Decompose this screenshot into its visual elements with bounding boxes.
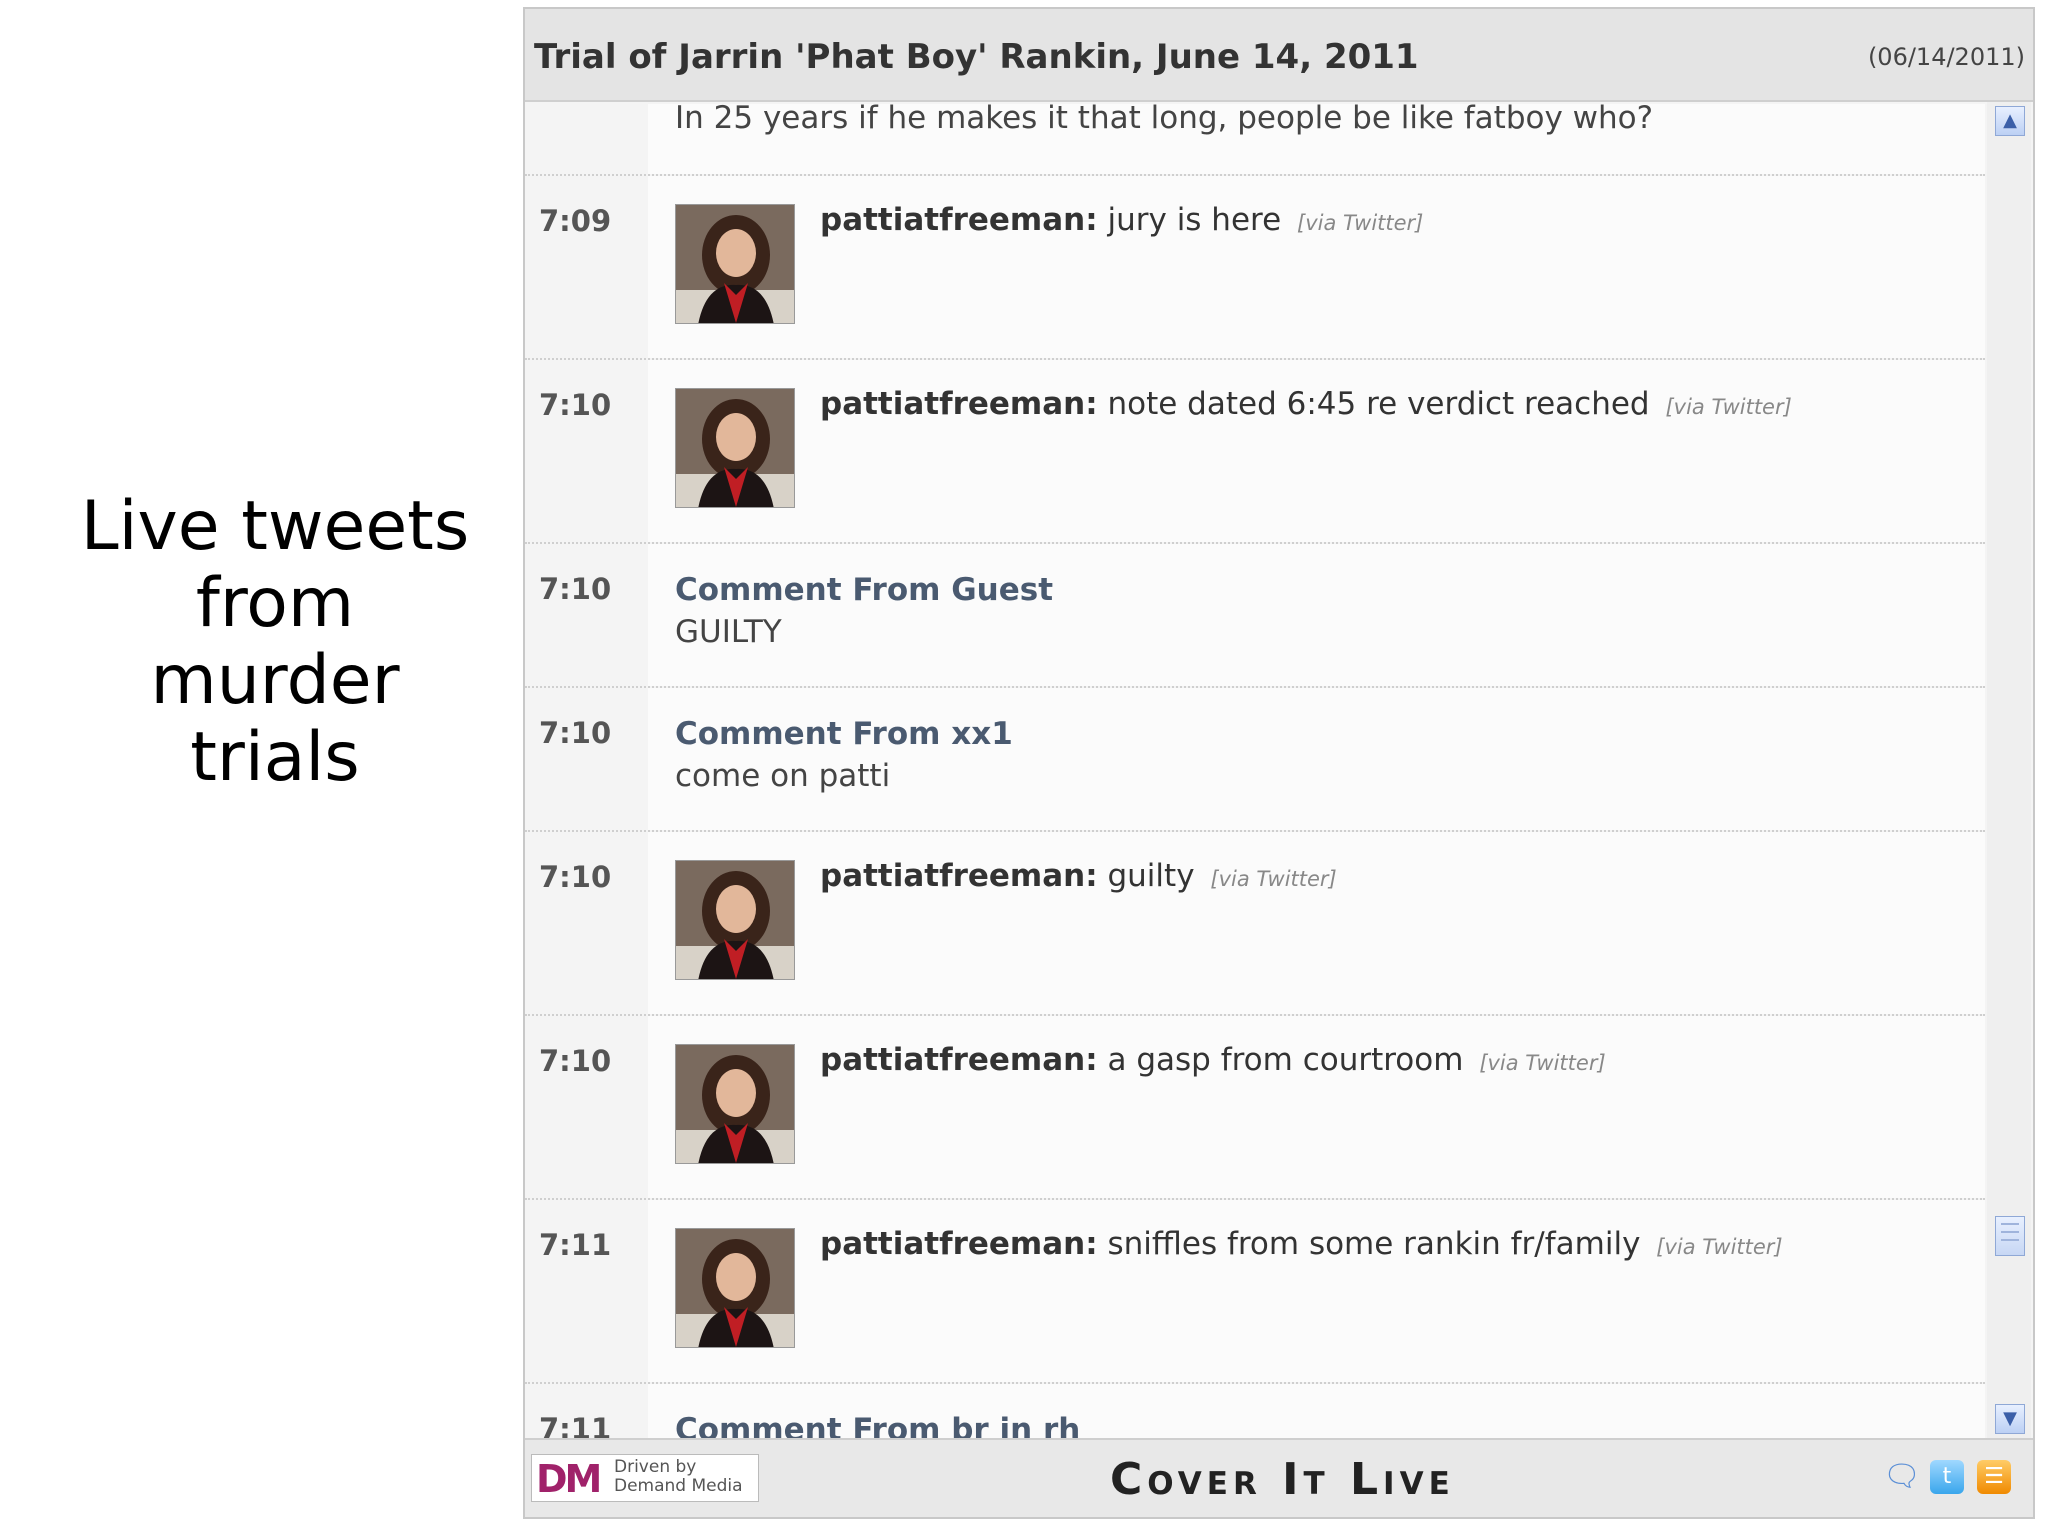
caption-line: Live tweets — [80, 487, 470, 566]
tweet-author[interactable]: pattiatfreeman: — [820, 202, 1098, 238]
entry-time: 7:10 — [539, 572, 612, 606]
twitter-icon[interactable]: t — [1929, 1460, 1964, 1494]
coveritlive-logo[interactable]: Cover It Live — [1110, 1454, 1455, 1505]
tweet-author[interactable]: pattiatfreeman: — [820, 1226, 1098, 1262]
tweet-text: pattiatfreeman: jury is here [via Twitte… — [820, 202, 1423, 238]
via-twitter-label: [via Twitter] — [1656, 1235, 1783, 1259]
feed-entry: 7:10 pattiatfreeman: guilty [via Twitter… — [525, 830, 1985, 1014]
tweet-text: pattiatfreeman: guilty [via Twitter] — [820, 858, 1337, 894]
comment-text: GUILTY — [675, 614, 782, 650]
scroll-down-button[interactable]: ▼ — [1995, 1404, 2025, 1434]
via-twitter-label: [via Twitter] — [1665, 395, 1792, 419]
entry-time: 7:10 — [539, 860, 612, 894]
tweet-body: jury is here — [1107, 202, 1282, 238]
feed-entry: 7:10 pattiatfreeman: note dated 6:45 re … — [525, 358, 1985, 542]
tweet-text: pattiatfreeman: note dated 6:45 re verdi… — [820, 386, 1792, 422]
comment-text: In 25 years if he makes it that long, pe… — [675, 102, 1654, 136]
caption-line: trials — [190, 718, 360, 797]
entry-time: 7:10 — [539, 1044, 612, 1078]
feed-scrollbar[interactable]: ▲ ▼ — [1987, 102, 2031, 1438]
demand-media-logo[interactable]: DM Driven by Demand Media — [531, 1454, 759, 1502]
dm-logo-line: Driven by — [614, 1457, 697, 1477]
comment-heading: Comment From br in rh — [675, 1412, 1081, 1438]
entry-time: 7:10 — [539, 716, 612, 750]
dm-logo-line: Demand Media — [614, 1476, 743, 1496]
comment-heading: Comment From xx1 — [675, 716, 1013, 752]
via-twitter-label: [via Twitter] — [1479, 1051, 1606, 1075]
widget-header: Trial of Jarrin 'Phat Boy' Rankin, June … — [525, 9, 2033, 102]
feed-entry: 7:10 pattiatfreeman: a gasp from courtro… — [525, 1014, 1985, 1198]
event-title: Trial of Jarrin 'Phat Boy' Rankin, June … — [534, 37, 1419, 77]
via-twitter-label: [via Twitter] — [1210, 867, 1337, 891]
comment-text: come on patti — [675, 758, 891, 794]
caption-line: from — [195, 564, 355, 643]
feed-entry: 7:11 pattiatfreeman: sniffles from some … — [525, 1198, 1985, 1382]
via-twitter-label: [via Twitter] — [1297, 211, 1424, 235]
entry-time: 7:09 — [539, 204, 612, 238]
dm-logo-mark: DM — [536, 1457, 602, 1501]
tweet-body: sniffles from some rankin fr/family — [1107, 1226, 1641, 1262]
avatar[interactable] — [675, 388, 795, 508]
tweet-text: pattiatfreeman: sniffles from some ranki… — [820, 1226, 1783, 1262]
chat-icon[interactable]: 🗨 — [1883, 1460, 1921, 1494]
footer-icons: 🗨 t ☰ — [1875, 1460, 2011, 1500]
tweet-body: guilty — [1107, 858, 1195, 894]
rss-icon[interactable]: ☰ — [1977, 1460, 2011, 1494]
entry-time: 7:10 — [539, 388, 612, 422]
entry-feed[interactable]: In 25 years if he makes it that long, pe… — [525, 102, 1985, 1438]
avatar[interactable] — [675, 860, 795, 980]
feed-entry: 7:09 pattiatfreeman: jury is here [via T… — [525, 174, 1985, 358]
entry-time: 7:11 — [539, 1228, 612, 1262]
comment-heading: Comment From Guest — [675, 572, 1054, 608]
avatar[interactable] — [675, 204, 795, 324]
scroll-thumb[interactable] — [1995, 1216, 2025, 1256]
avatar[interactable] — [675, 1044, 795, 1164]
tweet-author[interactable]: pattiatfreeman: — [820, 858, 1098, 894]
caption-line: murder — [150, 641, 400, 720]
tweet-text: pattiatfreeman: a gasp from courtroom [v… — [820, 1042, 1606, 1078]
tweet-body: a gasp from courtroom — [1107, 1042, 1464, 1078]
widget-footer: DM Driven by Demand Media Cover It Live … — [525, 1438, 2033, 1517]
scroll-up-button[interactable]: ▲ — [1995, 106, 2025, 136]
dm-logo-text: Driven by Demand Media — [614, 1458, 743, 1496]
live-blog-widget: Trial of Jarrin 'Phat Boy' Rankin, June … — [523, 7, 2035, 1519]
entry-time: 7:11 — [539, 1412, 612, 1438]
tweet-body: note dated 6:45 re verdict reached — [1107, 386, 1650, 422]
feed-entry: 7:11 Comment From br in rh — [525, 1382, 1985, 1438]
avatar[interactable] — [675, 1228, 795, 1348]
event-date: (06/14/2011) — [1867, 43, 2025, 71]
tweet-author[interactable]: pattiatfreeman: — [820, 386, 1098, 422]
feed-entry: 7:10 Comment From xx1 come on patti — [525, 686, 1985, 830]
tweet-author[interactable]: pattiatfreeman: — [820, 1042, 1098, 1078]
feed-entry: 7:10 Comment From Guest GUILTY — [525, 542, 1985, 686]
feed-entry: In 25 years if he makes it that long, pe… — [525, 102, 1985, 174]
slide-caption: Live tweets from murder trials — [40, 488, 510, 796]
